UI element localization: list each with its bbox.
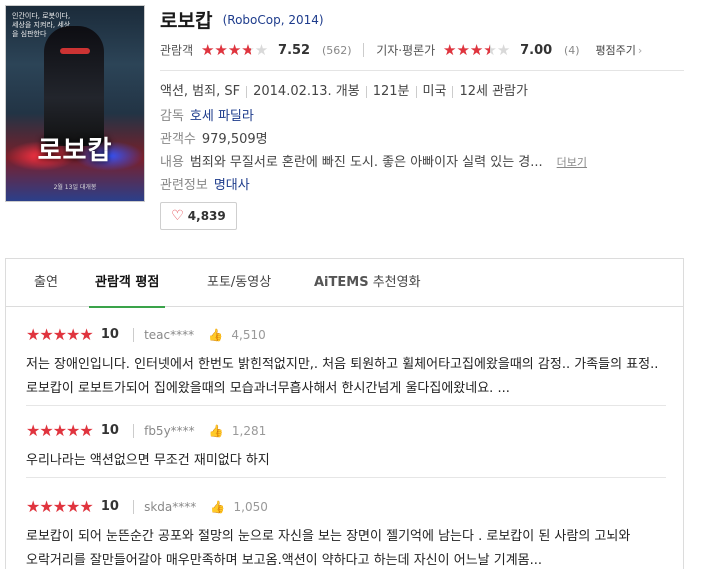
audience-total-label: 관객수 [160,132,196,147]
audience-count: (562) [321,43,352,57]
movie-title[interactable]: 로보캅 [160,10,212,32]
poster-release: 2월 13일 대개봉 [53,184,97,191]
review-user: teac**** [133,327,195,342]
thumbs-up-icon[interactable]: 👍 [209,424,224,438]
info-divider [160,70,684,71]
review-stars: ★★★★★ [26,497,94,516]
ratings-row: 관람객 ★★★★★★★★★★ 7.52 (562) 기자·평론가 ★★★★★★★… [160,41,684,61]
separator [246,85,248,98]
review-user: skda**** [133,499,197,514]
review-likes: 4,510 [231,327,266,342]
director-link[interactable]: 호세 파딜라 [190,109,254,124]
review-stars: ★★★★★ [26,325,94,344]
like-button[interactable]: ♡ 4,839 [160,202,237,230]
like-count: 4,839 [187,209,226,223]
tab-bar: 출연 관람객 평점 포토/동영상 AiTEMS 추천영화 [6,259,683,308]
poster-title: 로보캅 [37,136,113,166]
runtime: 121분 [372,84,410,99]
separator [415,85,417,98]
review-header: ★★★★★ 10 skda**** 👍 1,050 [26,497,666,517]
audience-stars: ★★★★★★★★★★ [200,41,269,59]
rate-movie-link[interactable]: 평점주기 › [595,44,642,57]
plot-line: 내용 범죄와 무질서로 혼란에 빠진 도시. 좋은 아빠이자 실력 있는 경...… [160,151,587,170]
poster-figure [44,26,104,146]
plot-label: 내용 [160,155,184,170]
review-user: fb5y**** [133,423,195,438]
plot-summary: 범죄와 무질서로 혼란에 빠진 도시. 좋은 아빠이자 실력 있는 경... [189,155,543,170]
separator [365,85,367,98]
audience-score: 7.52 [278,42,311,58]
tab-photo-video[interactable]: 포토/동영상 [207,259,271,307]
audience-total: 979,509명 [201,132,268,147]
tab-cast[interactable]: 출연 [34,259,58,307]
recommended-label: 추천영화 [372,275,421,290]
audience-rating-label: 관람객 [160,43,194,58]
release-date: 2014.02.13. 개봉 [253,84,360,99]
rating-divider [363,43,365,57]
critic-score: 7.00 [520,42,553,58]
tab-audience-reviews[interactable]: 관람객 평점 [88,259,166,308]
chevron-right-icon: › [637,44,643,57]
review-divider [26,405,666,406]
thumbs-up-icon[interactable]: 👍 [210,500,225,514]
rate-movie-label: 평점주기 [595,44,636,57]
separator [452,85,454,98]
aitems-logo: AiTEMS [314,275,369,290]
heart-icon: ♡ [171,208,184,224]
review-divider [26,477,666,478]
review-header: ★★★★★ 10 teac**** 👍 4,510 [26,325,666,345]
review-score: 10 [100,423,119,438]
movie-original-title: (RoboCop, 2014) [222,12,324,27]
review-text: 저는 장애인입니다. 인터넷에서 한번도 밝힌적없지만,. 처음 퇴원하고 휠체… [26,357,659,396]
review-score: 10 [100,327,119,342]
country: 미국 [422,84,447,99]
review-item: ★★★★★ 10 fb5y**** 👍 1,281 우리나라는 액션없으면 무조… [26,421,666,473]
poster-visor [60,48,90,54]
plot-more-link[interactable]: 더보기 [557,156,587,169]
critic-stars: ★★★★★★★★★★ [443,41,511,59]
review-item: ★★★★★ 10 teac**** 👍 4,510 저는 장애인입니다. 인터넷… [26,325,666,401]
review-score: 10 [100,499,119,514]
review-text: 우리나라는 액션없으면 무조건 재미없다 하지 [26,453,270,468]
genre: 액션, 범죄, SF [160,84,241,99]
review-header: ★★★★★ 10 fb5y**** 👍 1,281 [26,421,666,441]
review-text: 로보캅이 되어 눈뜬순간 공포와 절망의 눈으로 자신을 보는 장면이 젤기억에… [26,529,631,568]
related-label: 관련정보 [160,178,208,193]
age-rating: 12세 관람가 [459,84,528,99]
director-line: 감독 호세 파딜라 [160,105,254,124]
review-item: ★★★★★ 10 skda**** 👍 1,050 로보캅이 되어 눈뜬순간 공… [26,497,666,569]
related-info-line: 관련정보 명대사 [160,174,250,193]
critic-count: (4) [564,43,580,57]
audience-total-line: 관객수 979,509명 [160,128,268,147]
thumbs-up-icon[interactable]: 👍 [208,328,223,342]
tab-recommended[interactable]: AiTEMS 추천영화 [314,259,421,307]
movie-title-row: 로보캅 (RoboCop, 2014) [160,6,324,32]
quotes-link[interactable]: 명대사 [214,178,250,193]
review-stars: ★★★★★ [26,421,94,440]
director-label: 감독 [160,109,184,124]
basic-info-line: 액션, 범죄, SF 2014.02.13. 개봉 121분 미국 12세 관람가 [160,80,528,99]
movie-poster[interactable]: 인간이다, 로봇이다, 세상을 지켜라, 세상을 심판한다 로보캅 2월 13일… [5,5,145,202]
review-likes: 1,050 [233,499,268,514]
review-likes: 1,281 [231,423,267,438]
review-panel: 출연 관람객 평점 포토/동영상 AiTEMS 추천영화 ★★★★★ 10 te… [5,258,684,569]
critic-rating-label: 기자·평론가 [376,43,436,58]
